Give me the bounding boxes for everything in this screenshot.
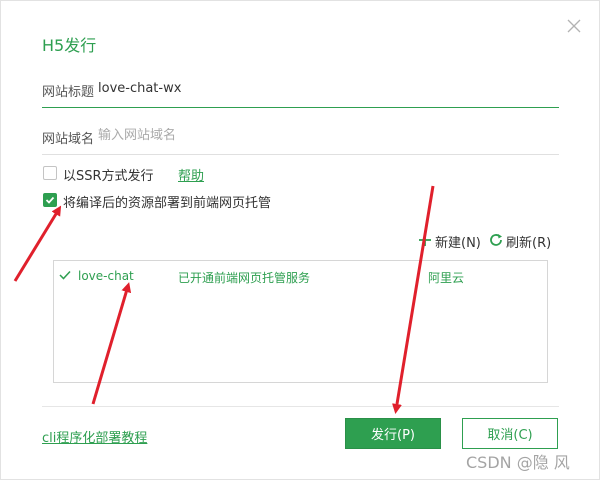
hosting-list: love-chat 已开通前端网页托管服务 阿里云 (53, 260, 548, 383)
refresh-label: 刷新(R) (506, 236, 552, 251)
site-title-label: 网站标题 (42, 85, 95, 100)
site-domain-label: 网站域名 (42, 132, 95, 147)
close-button[interactable] (563, 15, 585, 37)
refresh-icon (490, 234, 502, 246)
close-icon (567, 19, 581, 33)
publish-dialog: H5发行 网站标题 love-chat-wx 网站域名 以SSR方式发行 帮助 … (0, 0, 600, 480)
site-domain-input[interactable] (98, 128, 398, 143)
site-title-input[interactable]: love-chat-wx (98, 81, 398, 96)
site-domain-field: 网站域名 (42, 120, 559, 155)
ssr-checkbox[interactable] (43, 166, 57, 180)
selected-check-icon (59, 270, 71, 280)
footer-divider (42, 406, 559, 407)
ssr-label: 以SSR方式发行 (63, 169, 154, 184)
host-checkbox[interactable] (43, 193, 57, 207)
watermark: CSDN @隐 风 (466, 453, 570, 472)
host-label: 将编译后的资源部署到前端网页托管 (63, 196, 272, 211)
site-title-field: 网站标题 love-chat-wx (42, 73, 559, 108)
hosting-provider: 阿里云 (428, 271, 465, 285)
checkmark-icon (45, 196, 55, 204)
publish-button[interactable]: 发行(P) (345, 418, 441, 449)
cancel-button[interactable]: 取消(C) (462, 418, 558, 449)
hosting-status: 已开通前端网页托管服务 (178, 271, 311, 285)
list-item[interactable]: love-chat 已开通前端网页托管服务 阿里云 (54, 261, 547, 291)
new-label: 新建(N) (435, 236, 481, 251)
cli-tutorial-link[interactable]: cli程序化部署教程 (42, 427, 147, 446)
help-link[interactable]: 帮助 (178, 165, 204, 184)
hosting-name: love-chat (78, 269, 134, 283)
dialog-title: H5发行 (42, 36, 97, 55)
plus-icon (419, 234, 431, 246)
